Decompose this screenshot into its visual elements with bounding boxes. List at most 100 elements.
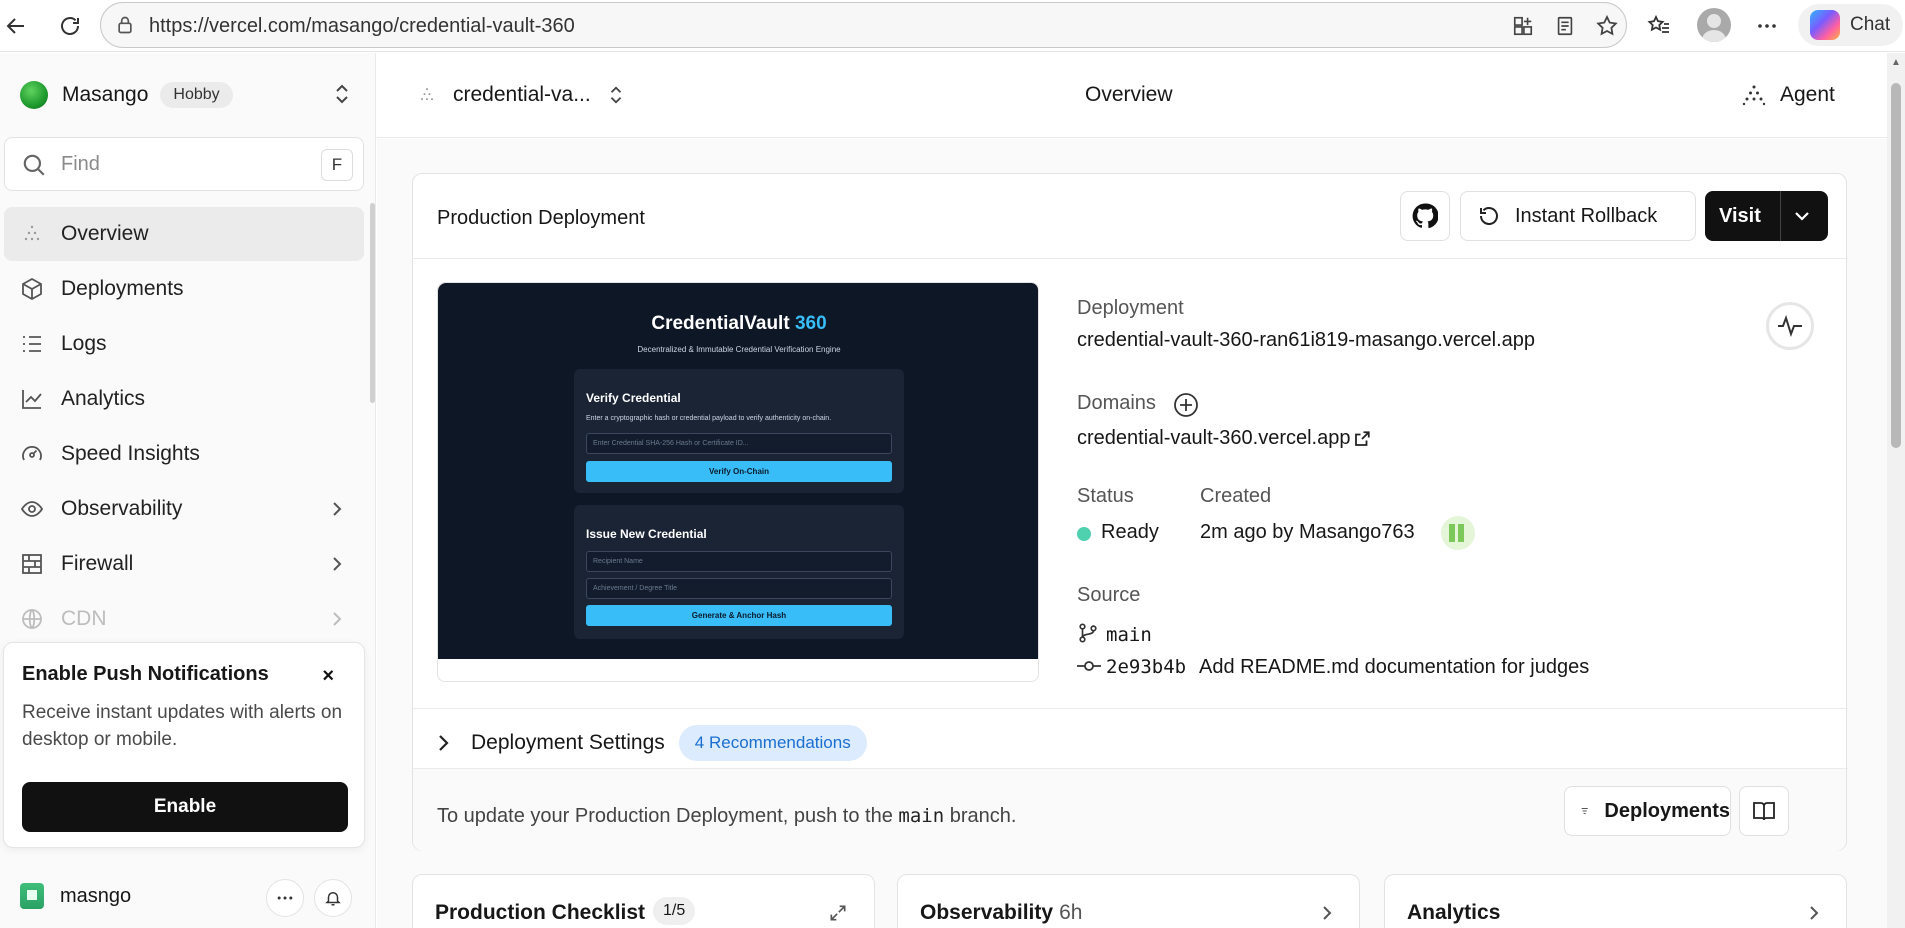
agent-label: Agent: [1780, 83, 1835, 106]
sidebar-item-label: Observability: [61, 497, 183, 520]
notifications-button[interactable]: [314, 879, 352, 917]
cube-icon: [20, 277, 46, 303]
commit-hash[interactable]: 2e93b4b: [1106, 656, 1186, 678]
add-domain-icon[interactable]: [1173, 392, 1199, 418]
commit-message[interactable]: Add README.md documentation for judges: [1199, 656, 1589, 679]
sidebar-item-label: Speed Insights: [61, 442, 200, 465]
branch-name[interactable]: main: [1106, 624, 1152, 646]
status-value: Ready: [1101, 521, 1159, 543]
user-avatar: [20, 883, 44, 909]
sidebar-item-logs[interactable]: Logs: [4, 317, 364, 371]
sidebar-item-label: CDN: [61, 607, 107, 630]
vercel-triangle-icon: [20, 222, 46, 248]
sidebar-item-observability[interactable]: Observability: [4, 482, 364, 536]
list-icon: [20, 332, 46, 358]
chevron-right-icon: [1805, 903, 1823, 923]
visit-button[interactable]: Visit: [1719, 205, 1761, 228]
agent-icon: [1742, 85, 1766, 106]
chevron-up-down-icon[interactable]: [332, 83, 352, 105]
production-checklist-card[interactable]: Production Checklist 1/5: [412, 874, 875, 928]
domain-link[interactable]: credential-vault-360.vercel.app: [1077, 427, 1351, 450]
browser-toolbar: https://vercel.com/masango/credential-va…: [0, 0, 1905, 52]
chat-label: Chat: [1850, 14, 1891, 35]
reader-mode-icon[interactable]: [1551, 12, 1579, 40]
sidebar-item-overview[interactable]: Overview: [4, 207, 364, 261]
preview-verify-panel: Verify Credential Enter a cryptographic …: [574, 369, 904, 493]
observability-card[interactable]: Observability 6h: [897, 874, 1360, 928]
preview-verify-button: Verify On-Chain: [586, 461, 892, 482]
divider: [413, 258, 1848, 259]
push-description: Receive instant updates with alerts on d…: [22, 702, 343, 750]
favorites-list-icon[interactable]: [1645, 12, 1673, 40]
sidebar-item-firewall[interactable]: Firewall: [4, 537, 364, 591]
deployment-preview[interactable]: CredentialVault 360 Decentralized & Immu…: [437, 282, 1039, 682]
profile-avatar[interactable]: [1697, 8, 1731, 42]
page-scrollbar[interactable]: ▲: [1887, 53, 1905, 928]
preview-verify-input: Enter Credential SHA-256 Hash or Certifi…: [586, 433, 892, 454]
close-icon[interactable]: ×: [322, 665, 334, 688]
expand-icon[interactable]: [828, 903, 848, 923]
card-title: Production Deployment: [437, 207, 645, 229]
project-switcher[interactable]: credential-va...: [417, 83, 625, 107]
sidebar-item-speed-insights[interactable]: Speed Insights: [4, 427, 364, 481]
agent-button[interactable]: Agent: [1742, 83, 1835, 107]
recommendations-badge[interactable]: 4 Recommendations: [678, 725, 867, 761]
firewall-icon: [20, 552, 46, 578]
sidebar-item-label: Logs: [61, 332, 107, 355]
visit-button-group: Visit: [1705, 191, 1828, 241]
github-button[interactable]: [1400, 191, 1450, 241]
eye-icon: [20, 497, 46, 523]
chevron-down-icon[interactable]: [1792, 206, 1812, 226]
team-switcher[interactable]: Masango Hobby: [20, 81, 233, 109]
page-scrollbar-thumb[interactable]: [1891, 83, 1901, 448]
address-bar[interactable]: https://vercel.com/masango/credential-va…: [100, 2, 1627, 48]
favorite-star-icon[interactable]: [1593, 12, 1621, 40]
chevron-right-icon: [328, 554, 346, 574]
domains-label: Domains: [1077, 392, 1156, 414]
activity-pulse-icon[interactable]: [1766, 302, 1814, 350]
docs-button[interactable]: [1739, 786, 1789, 836]
push-title: Enable Push Notifications: [22, 663, 269, 685]
footer-note: To update your Production Deployment, pu…: [437, 805, 1017, 827]
deployment-url[interactable]: credential-vault-360-ran61i819-masango.v…: [1077, 329, 1535, 352]
deployments-button[interactable]: Deployments: [1564, 786, 1731, 836]
back-arrow-icon[interactable]: [2, 12, 30, 40]
source-label: Source: [1077, 584, 1141, 606]
chevron-up-down-icon: [610, 86, 621, 104]
search-input[interactable]: Find F: [4, 137, 364, 191]
book-icon: [1753, 802, 1775, 821]
external-link-icon[interactable]: [1353, 430, 1371, 448]
settings-label: Deployment Settings: [471, 731, 665, 754]
git-commit-icon: [1077, 654, 1101, 678]
sidebar-scrollbar[interactable]: [370, 203, 375, 403]
sidebar-item-cdn[interactable]: CDN: [4, 592, 364, 646]
instant-rollback-button[interactable]: Instant Rollback: [1460, 191, 1696, 241]
chevron-right-icon: [328, 609, 346, 629]
user-account[interactable]: masngo: [20, 883, 131, 909]
chevron-right-icon: [1318, 903, 1336, 923]
preview-issue-heading: Issue New Credential: [586, 527, 707, 541]
sidebar: Masango Hobby Find F Overview Deployment…: [0, 53, 376, 928]
apps-icon[interactable]: [1509, 12, 1537, 40]
chevron-right-icon: [328, 499, 346, 519]
github-icon: [1412, 203, 1438, 229]
preview-issue-panel: Issue New Credential Recipient Name Achi…: [574, 505, 904, 639]
scroll-up-arrow-icon[interactable]: ▲: [1891, 57, 1901, 68]
deployment-settings-toggle[interactable]: Deployment Settings 4 Recommendations: [437, 725, 867, 761]
divider: [1780, 191, 1781, 241]
git-branch-icon: [1077, 621, 1099, 645]
lock-icon: [115, 15, 135, 35]
sidebar-item-deployments[interactable]: Deployments: [4, 262, 364, 316]
sidebar-item-label: Firewall: [61, 552, 134, 575]
sidebar-item-analytics[interactable]: Analytics: [4, 372, 364, 426]
team-logo: [20, 81, 48, 109]
copilot-chat-button[interactable]: Chat: [1798, 4, 1903, 46]
sidebar-item-label: Overview: [61, 222, 149, 245]
analytics-card[interactable]: Analytics: [1384, 874, 1847, 928]
more-icon[interactable]: [1753, 12, 1781, 40]
enable-button[interactable]: Enable: [22, 782, 348, 832]
reload-icon[interactable]: [56, 12, 84, 40]
more-options-button[interactable]: [266, 879, 304, 917]
creator-avatar[interactable]: [1441, 516, 1475, 550]
url-text[interactable]: https://vercel.com/masango/credential-va…: [149, 15, 575, 38]
